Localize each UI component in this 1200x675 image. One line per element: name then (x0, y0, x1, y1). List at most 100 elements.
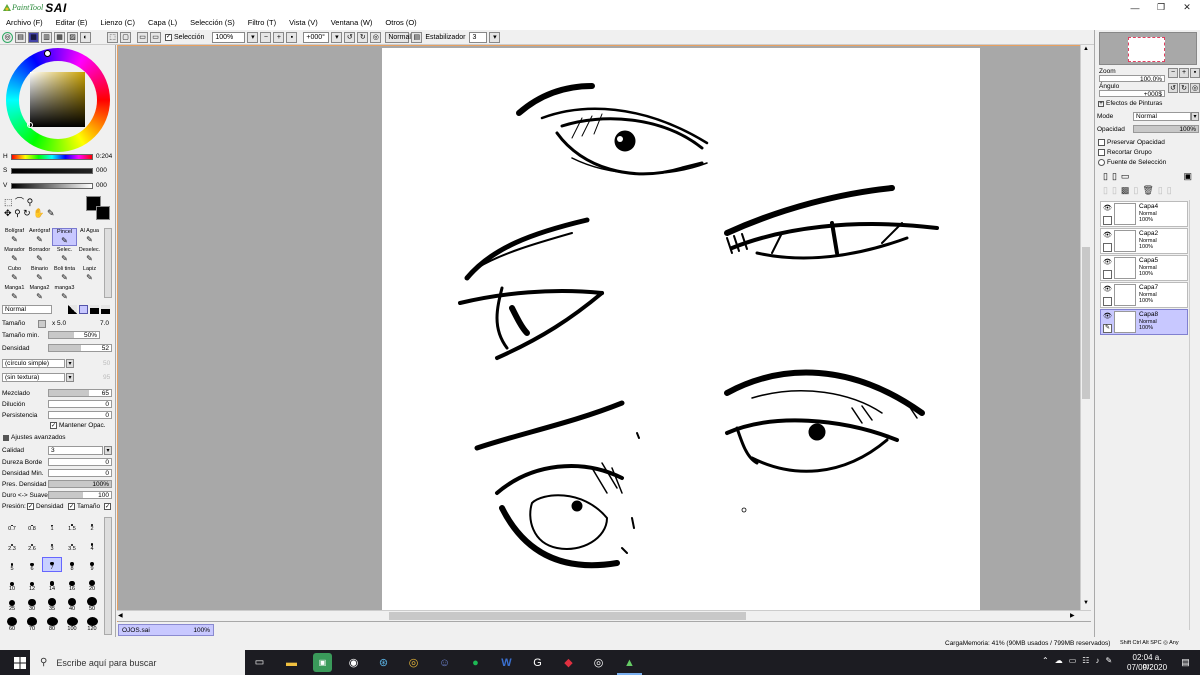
sv-marker-icon[interactable] (27, 122, 33, 128)
tool-lapiz[interactable]: Lapiz ✎ (77, 266, 102, 284)
shape-square-icon[interactable] (101, 305, 110, 314)
canvas-area[interactable] (117, 45, 1091, 623)
nav-rotate-right-icon[interactable]: ↻ (1179, 83, 1189, 93)
tool-scrollbar[interactable] (104, 228, 112, 298)
new-folder-icon[interactable]: ▭ (1121, 171, 1130, 183)
menu-filtro[interactable]: Filtro (T) (248, 18, 276, 27)
effects-title[interactable]: Efectos de Pinturas (1106, 100, 1162, 107)
brush-shape-select[interactable]: (círculo simple) (2, 359, 65, 368)
restore-button[interactable]: ❐ (1148, 0, 1174, 15)
zoom-dropdown-icon[interactable]: ▾ (247, 31, 259, 43)
hue-marker-icon[interactable] (44, 50, 51, 57)
flatten-icon[interactable]: ▯ (1167, 185, 1172, 197)
pressure-extra-checkbox[interactable]: ✓ (104, 503, 111, 510)
layer-capa5[interactable]: 👁 Capa5 Normal 100% (1100, 255, 1188, 281)
preserve-opacity-checkbox[interactable] (1098, 139, 1105, 146)
menu-lienzo[interactable]: Lienzo (C) (100, 18, 135, 27)
brush-size-preset[interactable]: 6 (22, 557, 42, 572)
tray-battery-icon[interactable]: ▭ (1069, 656, 1077, 669)
swatches-toggle-icon[interactable]: ▦ (54, 31, 65, 43)
brush-size-preset[interactable]: 10 (2, 577, 22, 592)
notifications-icon[interactable]: ▤ (1176, 653, 1195, 672)
min-size-slider[interactable]: 50% (48, 331, 100, 339)
discord-icon[interactable]: ☺ (435, 653, 454, 672)
merge-layer-icon[interactable]: ▯ (1112, 185, 1117, 197)
move-icon[interactable]: ✥ (4, 208, 12, 218)
invert-select-icon[interactable]: ▢ (120, 31, 131, 43)
hard-soft-slider[interactable]: 100 (48, 491, 112, 499)
menu-editar[interactable]: Editar (E) (56, 18, 88, 27)
tool-bol-graf[interactable]: Bolígraf ✎ (2, 228, 27, 246)
brush-target-icon[interactable]: ✎ (1103, 324, 1112, 333)
brush-size-preset[interactable]: 70 (22, 617, 42, 632)
delete-layer-icon[interactable]: 🗑 (1142, 185, 1153, 197)
canvas-horizontal-scrollbar[interactable]: ◀ ▶ (117, 610, 1091, 621)
document-tab[interactable]: OJOS.sai 100% (118, 624, 214, 636)
quality-select[interactable]: 3 (48, 446, 103, 455)
dilution-slider[interactable]: 0 (48, 400, 112, 408)
brush-size-preset[interactable]: 8 (62, 557, 82, 572)
rotate-left-icon[interactable]: ↺ (344, 31, 356, 43)
taskbar-search-box[interactable]: ⚲ Escribe aquí para buscar (30, 650, 245, 675)
layer-mode-dropdown-icon[interactable]: ▾ (1191, 112, 1199, 121)
flip-icon[interactable]: ▤ (411, 31, 423, 43)
keep-opacity-checkbox[interactable]: ✓ (50, 422, 57, 429)
nav-rotate-reset-icon[interactable]: ◎ (1190, 83, 1200, 93)
secondary-color-swatch[interactable] (96, 206, 110, 220)
layer-opacity-slider[interactable]: 100% (1133, 125, 1199, 133)
color-wheel-toggle-icon[interactable]: ◎ (2, 31, 13, 43)
brush-size-preset[interactable]: 25 (2, 597, 22, 612)
word-icon[interactable]: W (497, 653, 516, 672)
brush-blend-select[interactable]: Normal (2, 305, 52, 314)
chrome-icon[interactable]: ◎ (404, 653, 423, 672)
zoom-reset-icon[interactable]: ▪ (286, 31, 298, 43)
brush-size-preset[interactable]: 2.6 (22, 537, 42, 552)
shape-round-icon[interactable] (79, 305, 88, 314)
visibility-eye-icon[interactable]: 👁 (1103, 258, 1112, 267)
brush-size-preset[interactable]: 120 (82, 617, 102, 632)
tool-boli-tinta[interactable]: Boli tinta ✎ (52, 266, 77, 284)
taskbar-date[interactable]: 07/09/2020 (1127, 663, 1167, 672)
file-explorer-icon[interactable]: ▬ (282, 653, 301, 672)
brush-size-preset[interactable]: 100 (62, 617, 82, 632)
layer-capa4[interactable]: 👁 Capa4 Normal 100% (1100, 201, 1188, 227)
visibility-eye-icon[interactable]: 👁 (1103, 231, 1112, 240)
brush-size-preset[interactable]: 20 (82, 577, 102, 592)
layer-mode-select[interactable]: Normal (1133, 112, 1191, 121)
tray-volume-icon[interactable]: ♪ (1095, 656, 1099, 669)
nav-zoom-reset-icon[interactable]: ▪ (1190, 68, 1200, 78)
layer-list-scrollbar[interactable] (1189, 200, 1199, 630)
copy-layer-icon[interactable]: ▯ (1103, 185, 1108, 197)
advanced-label[interactable]: Ajustes avanzados (11, 434, 66, 441)
clear-icon[interactable]: ▭ (150, 31, 161, 43)
tool-borrador[interactable]: Borrador ✎ (27, 247, 52, 265)
persistence-slider[interactable]: 0 (48, 411, 112, 419)
brush-size-preset[interactable]: 2 (82, 517, 102, 532)
brush-size-preset[interactable]: 5 (2, 557, 22, 572)
brush-size-scrollbar[interactable] (104, 517, 112, 635)
task-view-icon[interactable]: ▭ (250, 653, 269, 672)
rotate-tool-icon[interactable]: ↻ (23, 208, 31, 218)
brush-size-preset[interactable]: 3.5 (62, 537, 82, 552)
new-layer-icon[interactable]: ▯ (1103, 171, 1108, 183)
tool-selec-[interactable]: Selec. ✎ (52, 247, 77, 265)
max-dens-slider[interactable]: 100% (48, 480, 112, 488)
rotate-right-icon[interactable]: ↻ (357, 31, 369, 43)
drawing-canvas[interactable] (382, 48, 980, 613)
settings-toggle-icon[interactable]: ◐ (80, 31, 91, 43)
zoom-in-icon[interactable]: + (273, 31, 285, 43)
nav-zoom-out-icon[interactable]: − (1168, 68, 1178, 78)
tool-manga2[interactable]: Manga2 ✎ (27, 285, 52, 303)
brush-size-preset[interactable]: 16 (62, 577, 82, 592)
steam-icon[interactable]: ⊛ (374, 653, 393, 672)
hscroll-thumb[interactable] (389, 612, 746, 620)
color-hsv-toggle-icon[interactable]: ▦ (28, 31, 39, 43)
brush-size-preset[interactable]: 2.3 (2, 537, 22, 552)
brush-size-preset[interactable]: 30 (22, 597, 42, 612)
nav-zoom-slider[interactable]: 100.0% (1099, 75, 1165, 83)
stabilizer-field[interactable]: 3 (469, 31, 488, 43)
layer-capa7[interactable]: 👁 Capa7 Normal 100% (1100, 282, 1188, 308)
tool-cubo[interactable]: Cubo ✎ (2, 266, 27, 284)
stabilizer-dropdown-icon[interactable]: ▾ (489, 31, 501, 43)
effects-expand-icon[interactable]: + (1098, 101, 1104, 107)
